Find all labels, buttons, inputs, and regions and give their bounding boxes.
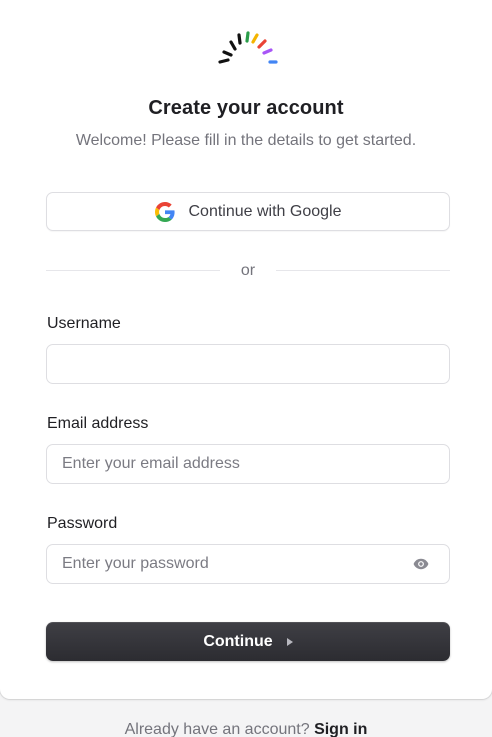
triangle-right-icon — [286, 637, 293, 646]
password-label: Password — [47, 515, 118, 532]
email-label: Email address — [47, 415, 149, 432]
divider-or-label: or — [240, 262, 256, 279]
email-field[interactable] — [47, 445, 449, 483]
password-field[interactable] — [47, 545, 449, 583]
continue-with-google-button[interactable]: Continue with Google — [46, 192, 450, 231]
divider-line-right — [276, 270, 450, 271]
divider-line-left — [46, 270, 220, 271]
password-field-container — [46, 544, 450, 584]
google-icon — [154, 201, 175, 222]
sign-in-prompt: Already have an account? Sign in — [0, 721, 492, 737]
sign-in-prompt-text: Already have an account? — [124, 721, 310, 737]
username-field-container — [46, 344, 450, 384]
username-field[interactable] — [47, 345, 449, 383]
username-label: Username — [47, 315, 121, 332]
eye-icon[interactable] — [413, 557, 429, 571]
page-subtitle: Welcome! Please fill in the details to g… — [75, 132, 417, 149]
continue-button[interactable]: Continue — [46, 622, 450, 661]
sign-in-link[interactable]: Sign in — [314, 721, 367, 737]
google-button-label: Continue with Google — [188, 202, 342, 220]
sign-up-page: Create your account Welcome! Please fill… — [0, 0, 492, 737]
continue-button-label: Continue — [203, 632, 273, 650]
sign-up-card: Create your account Welcome! Please fill… — [0, 0, 492, 699]
brand-logo-icon — [218, 31, 278, 64]
email-field-container — [46, 444, 450, 484]
page-title: Create your account — [148, 97, 344, 119]
